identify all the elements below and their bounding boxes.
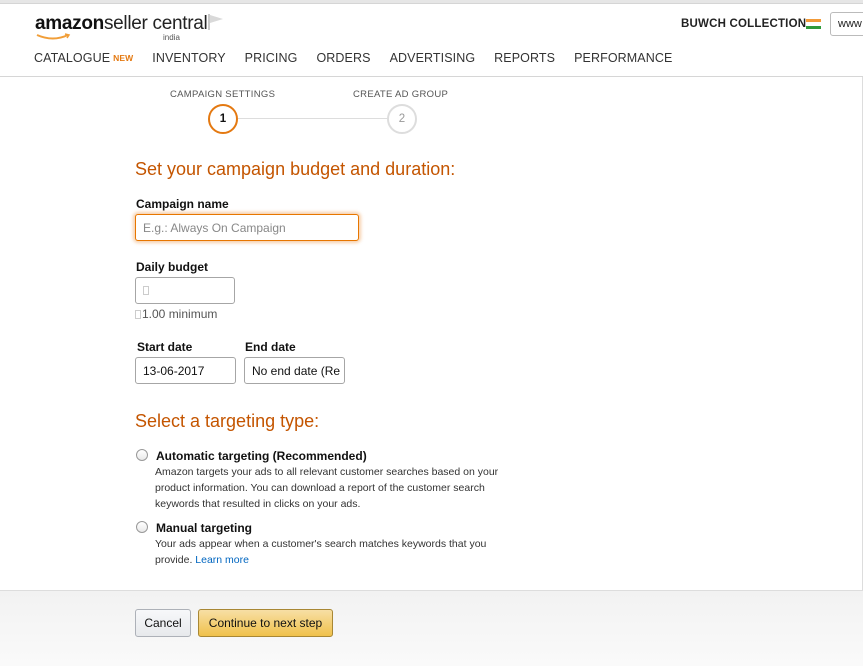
start-date-input[interactable] <box>135 357 236 384</box>
header: amazonseller central india BUWCH COLLECT… <box>0 4 863 77</box>
daily-budget-hint: 1.00 minimum <box>135 307 217 321</box>
logo-secondary: seller central <box>103 13 208 34</box>
nav-advertising[interactable]: ADVERTISING <box>390 51 476 65</box>
manual-targeting-label[interactable]: Manual targeting <box>156 521 252 535</box>
nav-pricing[interactable]: PRICING <box>245 51 298 65</box>
continue-button[interactable]: Continue to next step <box>198 609 333 637</box>
step-2-indicator: 2 <box>387 104 417 134</box>
india-flag-icon <box>806 19 821 29</box>
start-date-label: Start date <box>137 340 193 354</box>
nav-catalogue[interactable]: CATALOGUE NEW <box>34 51 133 65</box>
automatic-targeting-label[interactable]: Automatic targeting (Recommended) <box>156 449 367 463</box>
end-date-label: End date <box>245 340 296 354</box>
campaign-name-input[interactable] <box>135 214 359 241</box>
new-badge: NEW <box>113 53 134 63</box>
learn-more-link[interactable]: Learn more <box>195 554 249 566</box>
campaign-name-label: Campaign name <box>136 197 229 211</box>
step-2-label: CREATE AD GROUP <box>353 89 449 100</box>
nav-inventory[interactable]: INVENTORY <box>152 51 225 65</box>
amazon-seller-central-logo[interactable]: amazonseller central india <box>35 13 208 45</box>
nav-orders[interactable]: ORDERS <box>316 51 370 65</box>
step-1-label: CAMPAIGN SETTINGS <box>170 89 276 100</box>
manual-targeting-description: Your ads appear when a customer's search… <box>155 538 487 566</box>
step-connector <box>238 118 388 119</box>
footer-actions: Cancel Continue to next step <box>0 590 863 666</box>
manual-targeting-radio[interactable] <box>136 521 148 533</box>
flag-icon[interactable] <box>207 13 225 31</box>
daily-budget-input[interactable] <box>135 277 235 304</box>
budget-section-title: Set your campaign budget and duration: <box>135 159 456 179</box>
logo-region: india <box>163 33 180 42</box>
main-nav: CATALOGUE NEW INVENTORY PRICING ORDERS AD… <box>34 51 691 65</box>
store-name[interactable]: BUWCH COLLECTION <box>681 18 806 30</box>
nav-reports[interactable]: REPORTS <box>494 51 555 65</box>
rupee-icon <box>143 286 149 295</box>
rupee-icon <box>135 310 141 319</box>
logo-primary: amazon <box>35 13 104 34</box>
marketplace-select[interactable]: www <box>830 12 863 36</box>
step-1-indicator: 1 <box>208 104 238 134</box>
cancel-button[interactable]: Cancel <box>135 609 191 637</box>
automatic-targeting-radio[interactable] <box>136 449 148 461</box>
nav-performance[interactable]: PERFORMANCE <box>574 51 672 65</box>
amazon-smile-icon <box>36 33 71 40</box>
automatic-targeting-description: Amazon targets your ads to all relevant … <box>155 466 499 510</box>
daily-budget-label: Daily budget <box>136 260 209 274</box>
end-date-input[interactable] <box>244 357 345 384</box>
targeting-section-title: Select a targeting type: <box>135 411 320 431</box>
